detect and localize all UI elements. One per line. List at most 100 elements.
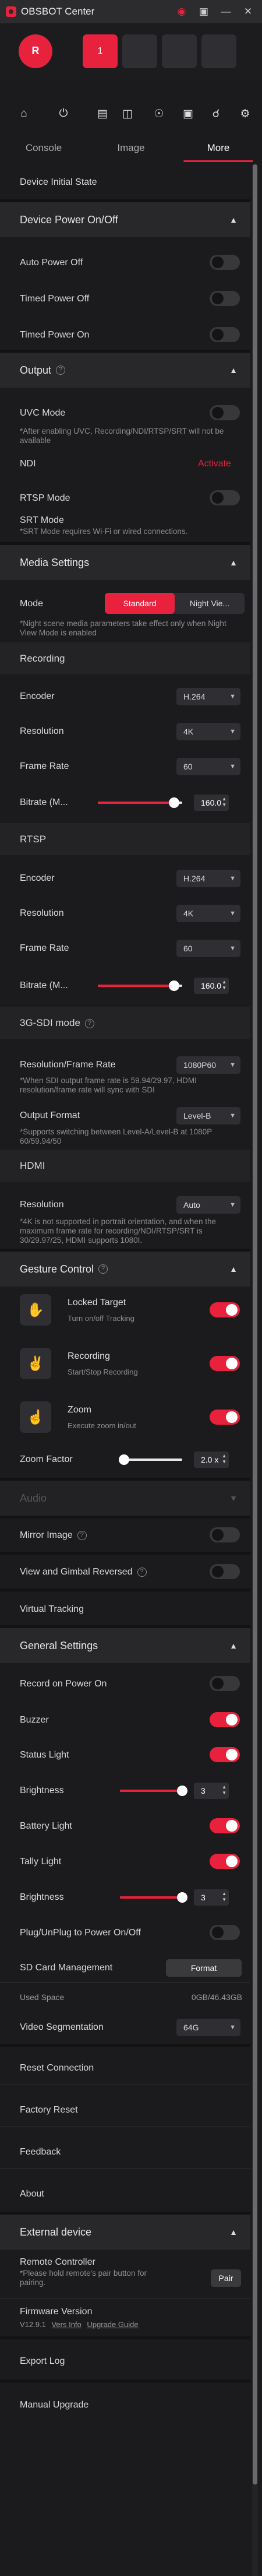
spinner-icon[interactable]: ▲ ▼	[222, 1453, 226, 1465]
tally-brightness-label: Brightness	[20, 1892, 64, 1902]
record-on-power-toggle[interactable]	[210, 1676, 240, 1691]
virtual-tracking[interactable]: Virtual Tracking	[20, 1604, 84, 1615]
rtsp-resolution-label: Resolution	[20, 908, 64, 918]
pair-button[interactable]: Pair	[211, 2269, 241, 2287]
battery-light-toggle[interactable]	[210, 1818, 240, 1833]
version-info-link[interactable]: Vers Info	[51, 2320, 81, 2329]
uvc-mode-toggle[interactable]	[210, 405, 240, 420]
gesture-zoom-toggle[interactable]	[210, 1410, 240, 1425]
info-icon[interactable]: ?	[77, 1530, 87, 1540]
gesture-recording-toggle[interactable]	[210, 1356, 240, 1371]
video-segmentation-select[interactable]: 64G ▼	[176, 2019, 240, 2036]
gesture-locked-target-toggle[interactable]	[210, 1302, 240, 1317]
info-icon[interactable]: ?	[84, 1018, 94, 1028]
spinner-icon[interactable]: ▲ ▼	[222, 1784, 226, 1796]
upgrade-guide-link[interactable]: Upgrade Guide	[87, 2320, 138, 2329]
gesture-title: Locked Target	[68, 1298, 126, 1308]
buzzer-toggle[interactable]	[210, 1712, 240, 1727]
view-gimbal-toggle[interactable]	[210, 1564, 240, 1579]
hdmi-resolution-select[interactable]: Auto ▼	[176, 1196, 240, 1214]
mode-night-view[interactable]: Night Vie...	[175, 593, 245, 614]
spinner-icon[interactable]: ▲ ▼	[222, 979, 226, 991]
used-space-value: 0GB/46.43GB	[191, 1992, 242, 2002]
power-section-header[interactable]: Device Power On/Off ▲	[0, 202, 250, 237]
slider-knob[interactable]	[168, 797, 179, 808]
chevron-up-icon: ▲	[229, 1641, 238, 1650]
rec-resolution-select[interactable]: 4K ▼	[176, 723, 240, 740]
media-section-header[interactable]: Media Settings ▲	[0, 545, 250, 580]
slider-knob[interactable]	[177, 1786, 187, 1796]
feedback[interactable]: Feedback	[20, 2147, 61, 2157]
timed-power-on-toggle[interactable]	[210, 327, 240, 342]
rtsp-mode-toggle[interactable]	[210, 490, 240, 505]
tab-console[interactable]: Console	[0, 135, 87, 164]
factory-reset[interactable]: Factory Reset	[20, 2105, 78, 2115]
zoom-factor-slider[interactable]	[124, 1459, 182, 1461]
recording-title: Recording	[20, 653, 65, 664]
gesture-section-header[interactable]: Gesture Control ? ▲	[0, 1252, 250, 1287]
sdi-format-select[interactable]: Level-B ▼	[176, 1107, 240, 1124]
format-button[interactable]: Format	[166, 1959, 242, 1977]
general-section-header[interactable]: General Settings ▲	[0, 1628, 250, 1663]
camera-settings-icon[interactable]: ▤	[95, 106, 110, 121]
device-slot-1[interactable]: 1	[83, 34, 118, 68]
mode-standard[interactable]: Standard	[105, 593, 175, 614]
ndi-activate-link[interactable]: Activate	[198, 459, 231, 469]
rtsp-encoder-select[interactable]: H.264 ▼	[176, 870, 240, 887]
mirror-image-toggle[interactable]	[210, 1527, 240, 1542]
rtsp-resolution-select[interactable]: 4K ▼	[176, 905, 240, 922]
timed-power-off-toggle[interactable]	[210, 291, 240, 306]
minimize-icon[interactable]: —	[220, 6, 232, 17]
auto-power-off-toggle[interactable]	[210, 255, 240, 270]
rtsp-bitrate-input[interactable]: 160.0 ▲ ▼	[194, 978, 229, 994]
sdi-res-select[interactable]: 1080P60 ▼	[176, 1056, 240, 1074]
tab-more[interactable]: More	[175, 135, 262, 164]
srt-note: *SRT Mode requires Wi-Fi or wired connec…	[20, 527, 188, 536]
close-icon[interactable]: ✕	[242, 6, 254, 17]
status-light-toggle[interactable]	[210, 1747, 240, 1762]
plug-power-toggle[interactable]	[210, 1925, 240, 1940]
device-avatar[interactable]: R	[19, 34, 52, 68]
rec-bitrate-input[interactable]: 160.0 ▲ ▼	[194, 795, 229, 811]
home-icon[interactable]: ⌂	[16, 106, 31, 121]
lock-icon[interactable]: ☌	[208, 106, 224, 121]
slider-knob[interactable]	[119, 1454, 129, 1465]
slider-knob[interactable]	[168, 981, 179, 991]
scrollbar-thumb[interactable]	[253, 164, 257, 2484]
chevron-up-icon: ▲	[229, 215, 238, 224]
reset-connection[interactable]: Reset Connection	[20, 2063, 94, 2074]
rec-frame-rate-select[interactable]: 60 ▼	[176, 758, 240, 775]
device-initial-state[interactable]: Device Initial State	[20, 177, 97, 188]
tab-image[interactable]: Image	[87, 135, 175, 164]
output-section-header[interactable]: Output ? ▲	[0, 353, 250, 388]
record-indicator-icon[interactable]: ◉	[176, 6, 187, 17]
spinner-icon[interactable]: ▲ ▼	[222, 1891, 226, 1903]
dual-screen-icon[interactable]: ◫	[120, 106, 135, 121]
audio-section-header[interactable]: Audio ▼	[0, 1481, 250, 1516]
zoom-factor-input[interactable]: 2.0 x ▲ ▼	[194, 1452, 229, 1468]
rtsp-frame-rate-select[interactable]: 60 ▼	[176, 940, 240, 957]
info-icon[interactable]: ?	[56, 366, 66, 375]
info-icon[interactable]: ?	[98, 1264, 108, 1274]
tally-brightness-input[interactable]: 3 ▲ ▼	[194, 1889, 229, 1906]
tracking-icon[interactable]: ☉	[151, 106, 167, 121]
status-brightness-input[interactable]: 3 ▲ ▼	[194, 1783, 229, 1799]
device-slot-4[interactable]	[201, 34, 236, 68]
device-slot-2[interactable]	[122, 34, 157, 68]
info-icon[interactable]: ?	[137, 1567, 147, 1577]
manual-upgrade[interactable]: Manual Upgrade	[20, 2400, 88, 2410]
about[interactable]: About	[20, 2189, 44, 2199]
settings-icon[interactable]: ⚙	[238, 106, 253, 121]
rec-encoder-select[interactable]: H.264 ▼	[176, 688, 240, 705]
external-section-header[interactable]: External device ▲	[0, 2215, 250, 2250]
snapshot-icon[interactable]: ▣	[180, 106, 196, 121]
layout-icon[interactable]: ▣	[198, 6, 210, 17]
tally-light-toggle[interactable]	[210, 1854, 240, 1869]
slider-knob[interactable]	[177, 1892, 187, 1903]
title-bar: OBSBOT Center ◉ ▣ — ✕	[0, 0, 262, 23]
device-slot-3[interactable]	[162, 34, 197, 68]
spinner-icon[interactable]: ▲ ▼	[222, 796, 226, 808]
scrollbar[interactable]	[252, 164, 258, 2576]
export-log[interactable]: Export Log	[20, 2356, 65, 2367]
power-icon[interactable]: ⏻	[56, 106, 71, 121]
